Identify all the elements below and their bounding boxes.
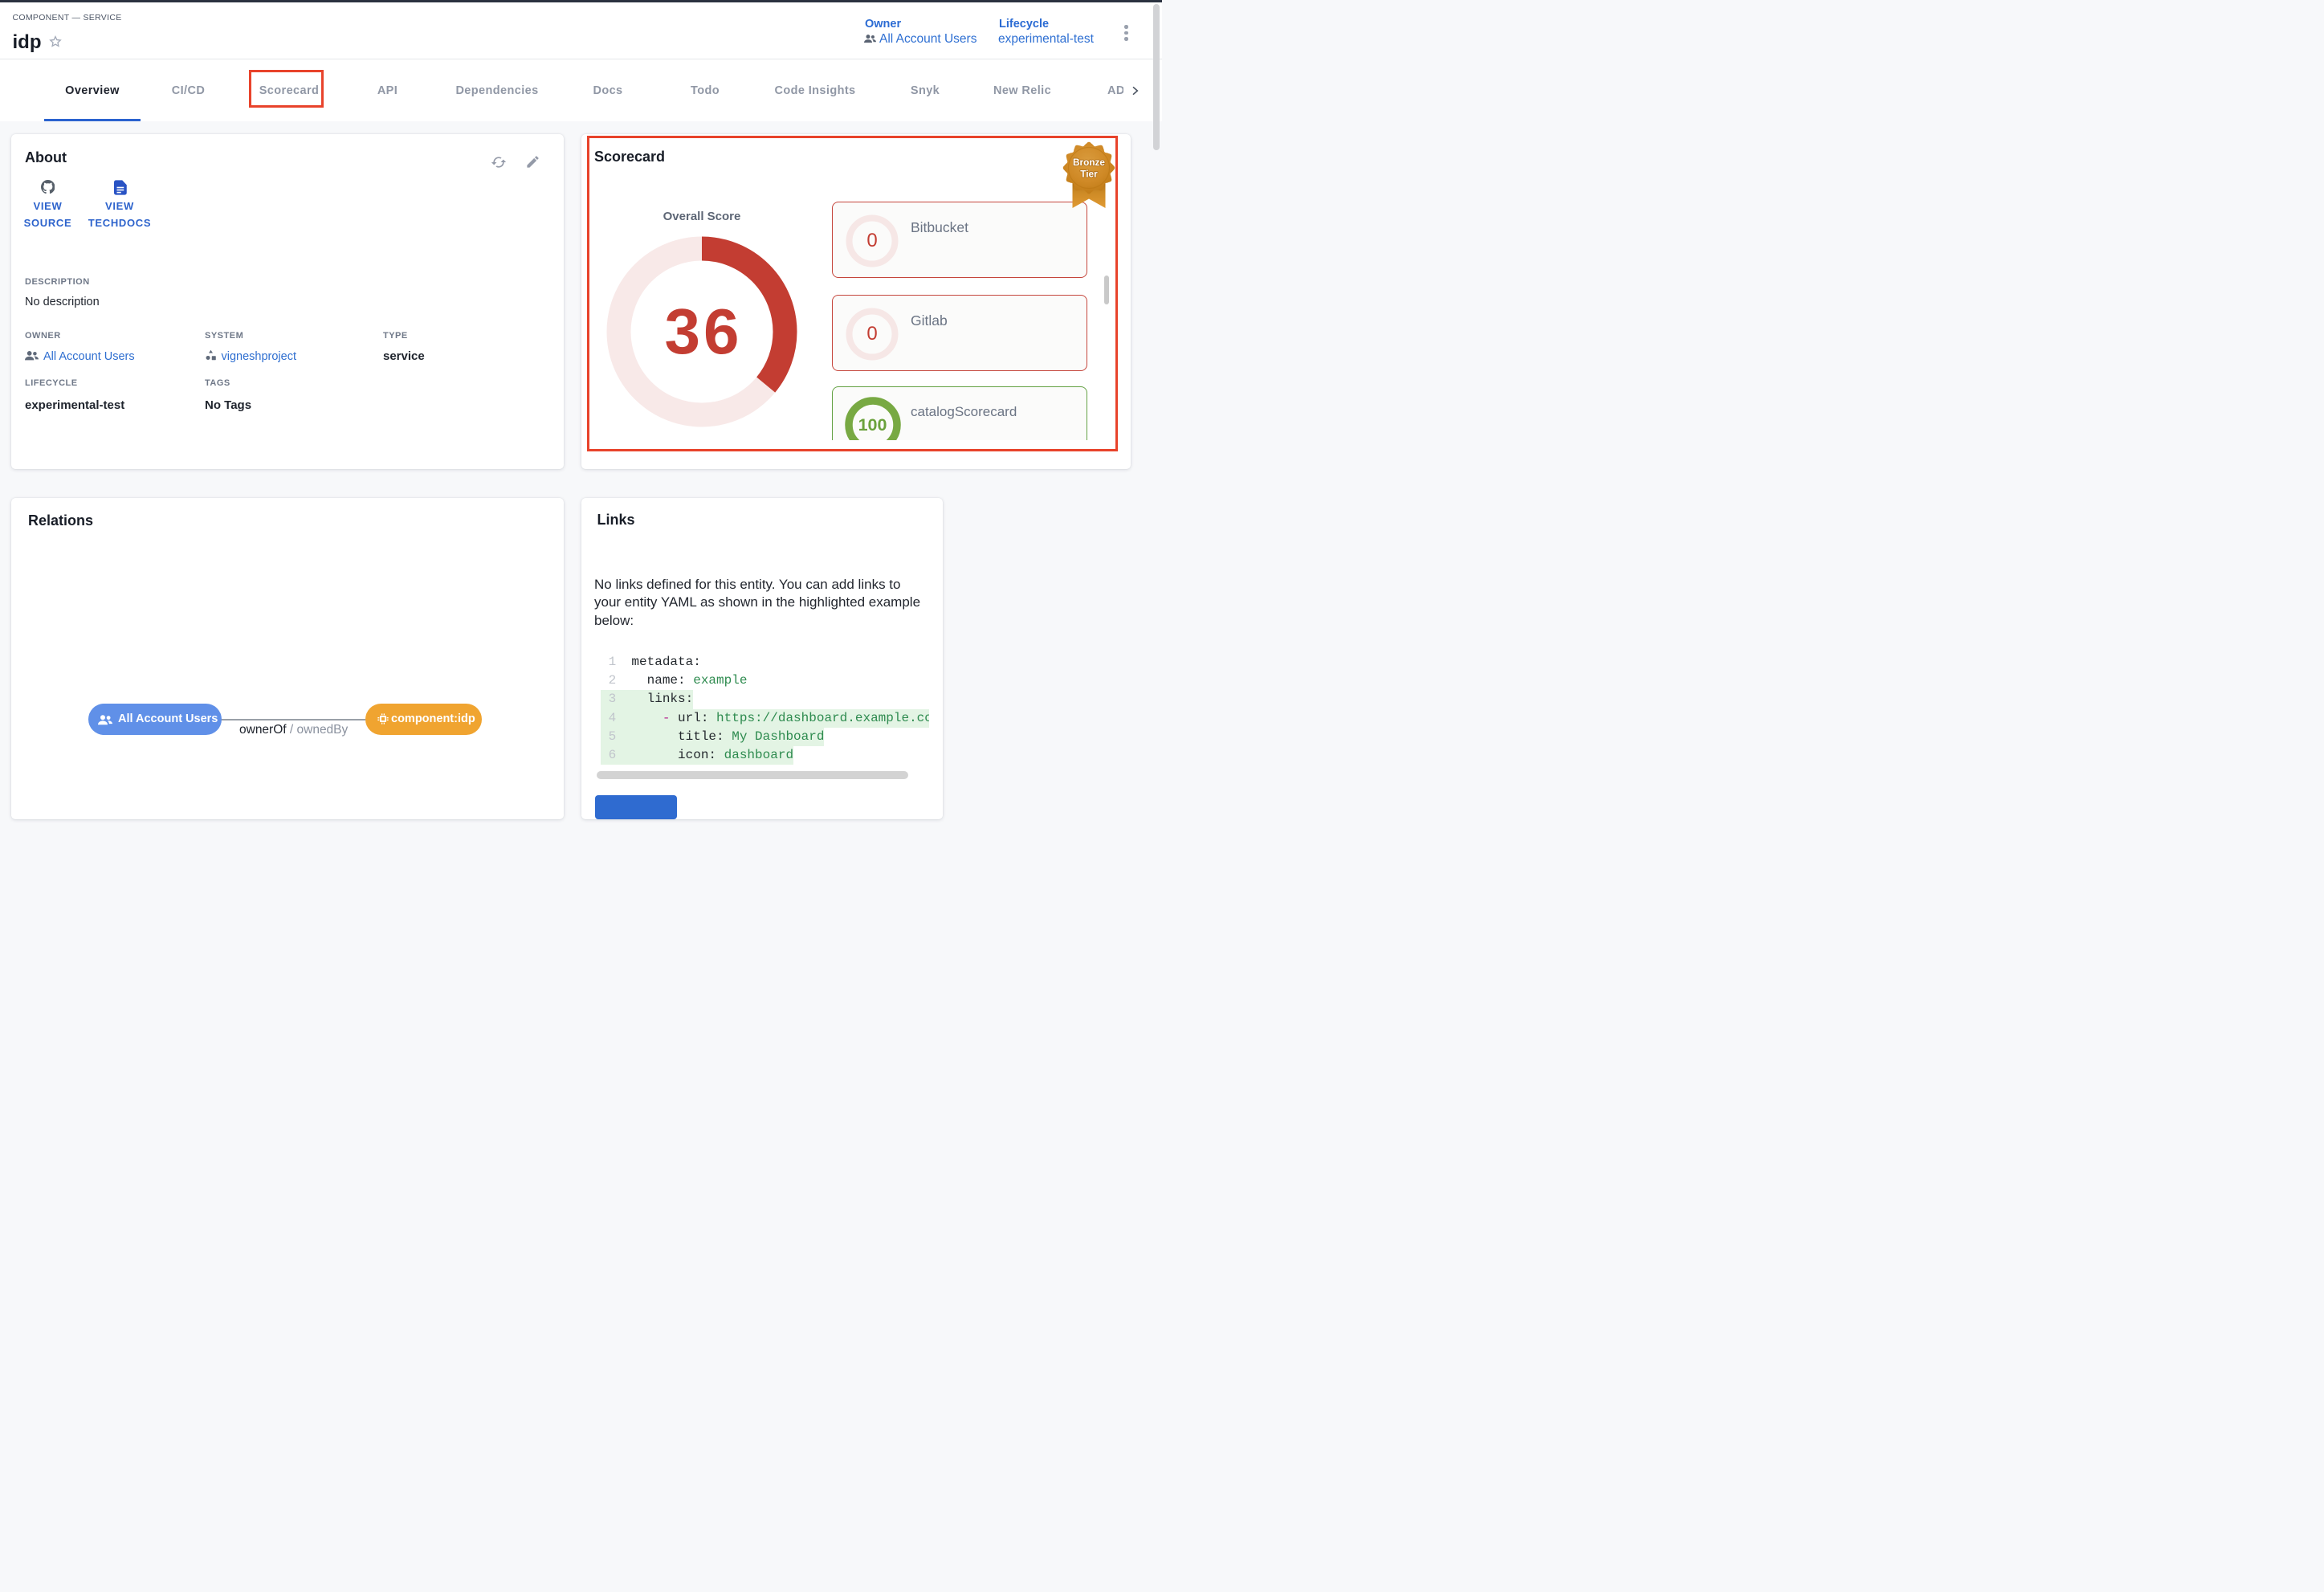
svg-text:Bronze: Bronze: [1073, 157, 1105, 168]
svg-text:Tier: Tier: [1080, 169, 1098, 180]
